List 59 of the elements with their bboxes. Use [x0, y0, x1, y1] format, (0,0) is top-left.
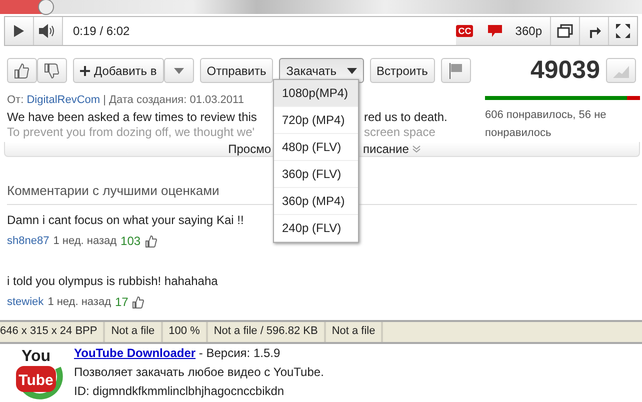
speech-bubble-icon[interactable]	[487, 24, 504, 38]
ratings-text: 606 понравилось, 56 не понравилось	[485, 108, 608, 141]
flag-icon	[448, 62, 463, 78]
menu-item[interactable]: 480p (FLV)	[274, 134, 358, 161]
quality-button[interactable]: 360p	[515, 24, 542, 38]
description-text: To prevent you from dozing off, we thought we'	[7, 125, 256, 139]
menu-item[interactable]: 360p (MP4)	[274, 188, 358, 215]
embed-button[interactable]: Встроить	[370, 58, 435, 83]
extension-id: ID: digmndkfkmmlinclbhjhagocnccbikdn	[74, 383, 286, 400]
extension-description: Позволяет закачать любое видео с YouTube.	[74, 364, 324, 381]
author-link[interactable]: sh8ne87	[7, 235, 50, 247]
thumbs-up-icon	[14, 62, 30, 78]
like-count: 17	[115, 295, 128, 309]
menu-item[interactable]: 360p (FLV)	[274, 161, 358, 188]
extension-link[interactable]: YouTube Downloader	[74, 346, 196, 360]
show-more-label: писание	[363, 142, 409, 156]
speaker-icon	[39, 24, 57, 38]
play-icon	[14, 25, 24, 37]
captions-button[interactable]: CC	[456, 25, 474, 37]
fullscreen-icon	[616, 24, 630, 38]
menu-item[interactable]: 240p (FLV)	[274, 215, 358, 242]
status-text: 100 %	[168, 322, 208, 342]
show-more-label: Просмо	[227, 142, 271, 156]
youtube-logo: You Tube	[12, 344, 64, 400]
dislike-button[interactable]	[37, 58, 67, 83]
menu-item[interactable]: 720p (MP4)	[274, 107, 358, 134]
caret-icon	[174, 68, 184, 74]
description-text: red us to death.	[364, 110, 448, 124]
comment-age: 1 нед. назад	[53, 235, 117, 247]
author-link[interactable]: stewiek	[7, 296, 44, 308]
thumbs-up-icon[interactable]	[132, 296, 146, 308]
share-button[interactable]: Отправить	[200, 58, 274, 83]
thumbs-down-icon	[44, 62, 60, 78]
add-to-button[interactable]: Добавить в	[73, 58, 164, 83]
author-link[interactable]: DigitalRevCom	[26, 94, 100, 106]
description-text: We have been asked a few times to review this	[7, 110, 258, 124]
scrubber-handle[interactable]	[38, 0, 54, 15]
popout-arrow-icon	[587, 24, 601, 38]
upload-info: От: DigitalRevCom | Дата создания: 01.03.2011	[7, 94, 245, 106]
thumbs-up-icon[interactable]	[144, 234, 158, 248]
view-count: 49039	[530, 56, 600, 85]
comment-age: 1 нед. назад	[48, 296, 111, 308]
status-text: Not a file	[111, 322, 163, 342]
add-menu-button[interactable]	[164, 58, 194, 83]
like-count: 103	[120, 234, 141, 248]
extension-title: YouTube Downloader - Версия: 1.5.9	[74, 345, 282, 362]
caret-icon	[346, 68, 357, 74]
double-chevron-icon	[412, 145, 421, 153]
like-button[interactable]	[7, 58, 37, 83]
comment-text: Damn i cant focus on what your saying Kai !!	[7, 213, 245, 227]
status-text: Not a file	[332, 322, 384, 342]
menu-item[interactable]: 1080p(MP4)	[274, 80, 358, 107]
window-icon	[557, 24, 573, 38]
status-text: 646 x 315 x 24 BPP	[0, 322, 106, 342]
flag-button[interactable]	[440, 58, 471, 83]
plus-icon	[80, 66, 90, 76]
comment-text: i told you olympus is rubbish! hahahaha	[7, 274, 219, 288]
status-text: Not a file / 596.82 KB	[214, 322, 326, 342]
description-text: screen space	[364, 125, 436, 139]
